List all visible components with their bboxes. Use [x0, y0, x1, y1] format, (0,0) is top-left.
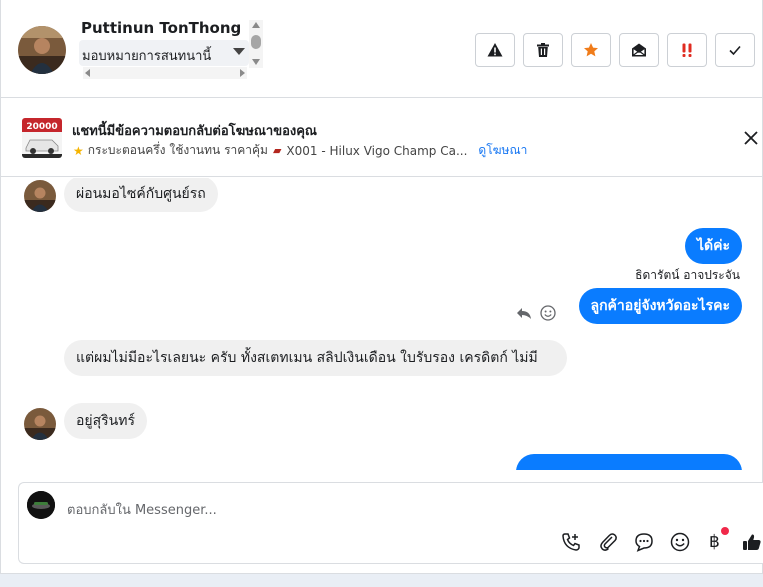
reply-input[interactable]: ตอบกลับใน Messenger...: [67, 499, 217, 520]
spam-button[interactable]: [475, 33, 515, 67]
follow-up-button[interactable]: [667, 33, 707, 67]
scroll-thumb[interactable]: [251, 35, 261, 49]
mark-done-button[interactable]: [715, 33, 755, 67]
contact-name[interactable]: Puttinun TonThong: [81, 19, 241, 37]
assign-conversation-label: มอบหมายการสนทนานี้: [82, 49, 212, 64]
envelope-open-icon: [632, 43, 646, 57]
view-ad-link[interactable]: ดูโฆษณา: [478, 141, 527, 160]
message-bubble-outgoing-partial[interactable]: [516, 454, 742, 470]
ad-banner-title: แชทนี้มีข้อความตอบกลับต่อโฆษณาของคุณ: [72, 124, 317, 139]
warning-icon: [487, 43, 503, 57]
agent-name: ธิดารัตน์ อาจประจัน: [635, 268, 740, 282]
reply-composer: ตอบกลับใน Messenger... ฿: [18, 482, 763, 564]
saved-reply-icon[interactable]: [633, 531, 655, 553]
close-banner-button[interactable]: [742, 129, 760, 147]
like-icon[interactable]: [741, 531, 763, 553]
attachment-icon[interactable]: [597, 531, 619, 553]
ad-product: X001 - Hilux Vigo Champ Ca...: [286, 143, 468, 158]
mark-unread-button[interactable]: [619, 33, 659, 67]
star-icon: [584, 43, 598, 57]
conversation-header: Puttinun TonThong มอบหมายการสนทนานี้: [1, 0, 763, 98]
scroll-up-arrow-icon[interactable]: [252, 22, 260, 28]
sender-avatar: [24, 180, 56, 212]
emoji-icon[interactable]: [669, 531, 691, 553]
contact-avatar[interactable]: [18, 26, 66, 74]
message-bubble-outgoing[interactable]: ได้ค่ะ: [684, 228, 742, 264]
trash-icon: [537, 43, 549, 57]
scroll-down-arrow-icon[interactable]: [252, 59, 260, 65]
exclamation-icon: [682, 43, 692, 57]
payment-icon[interactable]: ฿: [709, 527, 729, 553]
ad-text: กระบะตอนครึ่ง ใช้งานทน ราคาคุ้ม: [87, 143, 268, 157]
assign-conversation-select[interactable]: มอบหมายการสนทนานี้: [79, 40, 249, 66]
page-bottom-strip: [0, 574, 763, 587]
message-bubble-outgoing[interactable]: ลูกค้าอยู่จังหวัดอะไรคะ: [578, 288, 742, 324]
truck-icon: ▰: [272, 144, 282, 157]
currency-symbol: ฿: [709, 532, 720, 552]
ad-reply-banner: 20000 แชทนี้มีข้อความตอบกลับต่อโฆษณาของค…: [1, 99, 763, 177]
notification-dot: [720, 527, 729, 535]
message-bubble-incoming[interactable]: ผ่อนมอไซค์กับศูนย์รถ: [64, 178, 218, 212]
react-emoji-icon[interactable]: [540, 305, 556, 321]
message-bubble-incoming[interactable]: อยู่สุรินทร์: [64, 403, 147, 439]
close-icon: [744, 131, 758, 145]
message-bubble-incoming[interactable]: แต่ผมไม่มีอะไรเลยนะ ครับ ทั้งสเตทเมน สลิ…: [64, 340, 567, 376]
page-avatar: [27, 491, 55, 519]
ad-details: ★ กระบะตอนครึ่ง ใช้งานทน ราคาคุ้ม ▰ X001…: [73, 141, 527, 160]
message-list[interactable]: ผ่อนมอไซค์กับศูนย์รถ ได้ค่ะ ธิดารัตน์ อา…: [1, 178, 763, 470]
scroll-right-arrow-icon[interactable]: [240, 69, 245, 77]
sender-avatar: [24, 408, 56, 440]
vertical-scrollbar[interactable]: [249, 20, 263, 68]
horizontal-scrollbar[interactable]: [83, 67, 247, 79]
reply-icon[interactable]: [516, 305, 532, 321]
call-icon[interactable]: [560, 531, 582, 553]
ad-thumbnail-price: 20000: [26, 122, 57, 132]
caret-down-icon: [233, 48, 245, 55]
star-icon: ★: [73, 143, 84, 158]
check-icon: [729, 45, 741, 56]
ad-thumbnail[interactable]: 20000: [22, 118, 62, 158]
conversation-panel: Puttinun TonThong มอบหมายการสนทนานี้ 200…: [0, 0, 763, 574]
star-button[interactable]: [571, 33, 611, 67]
delete-button[interactable]: [523, 33, 563, 67]
scroll-left-arrow-icon[interactable]: [85, 69, 90, 77]
